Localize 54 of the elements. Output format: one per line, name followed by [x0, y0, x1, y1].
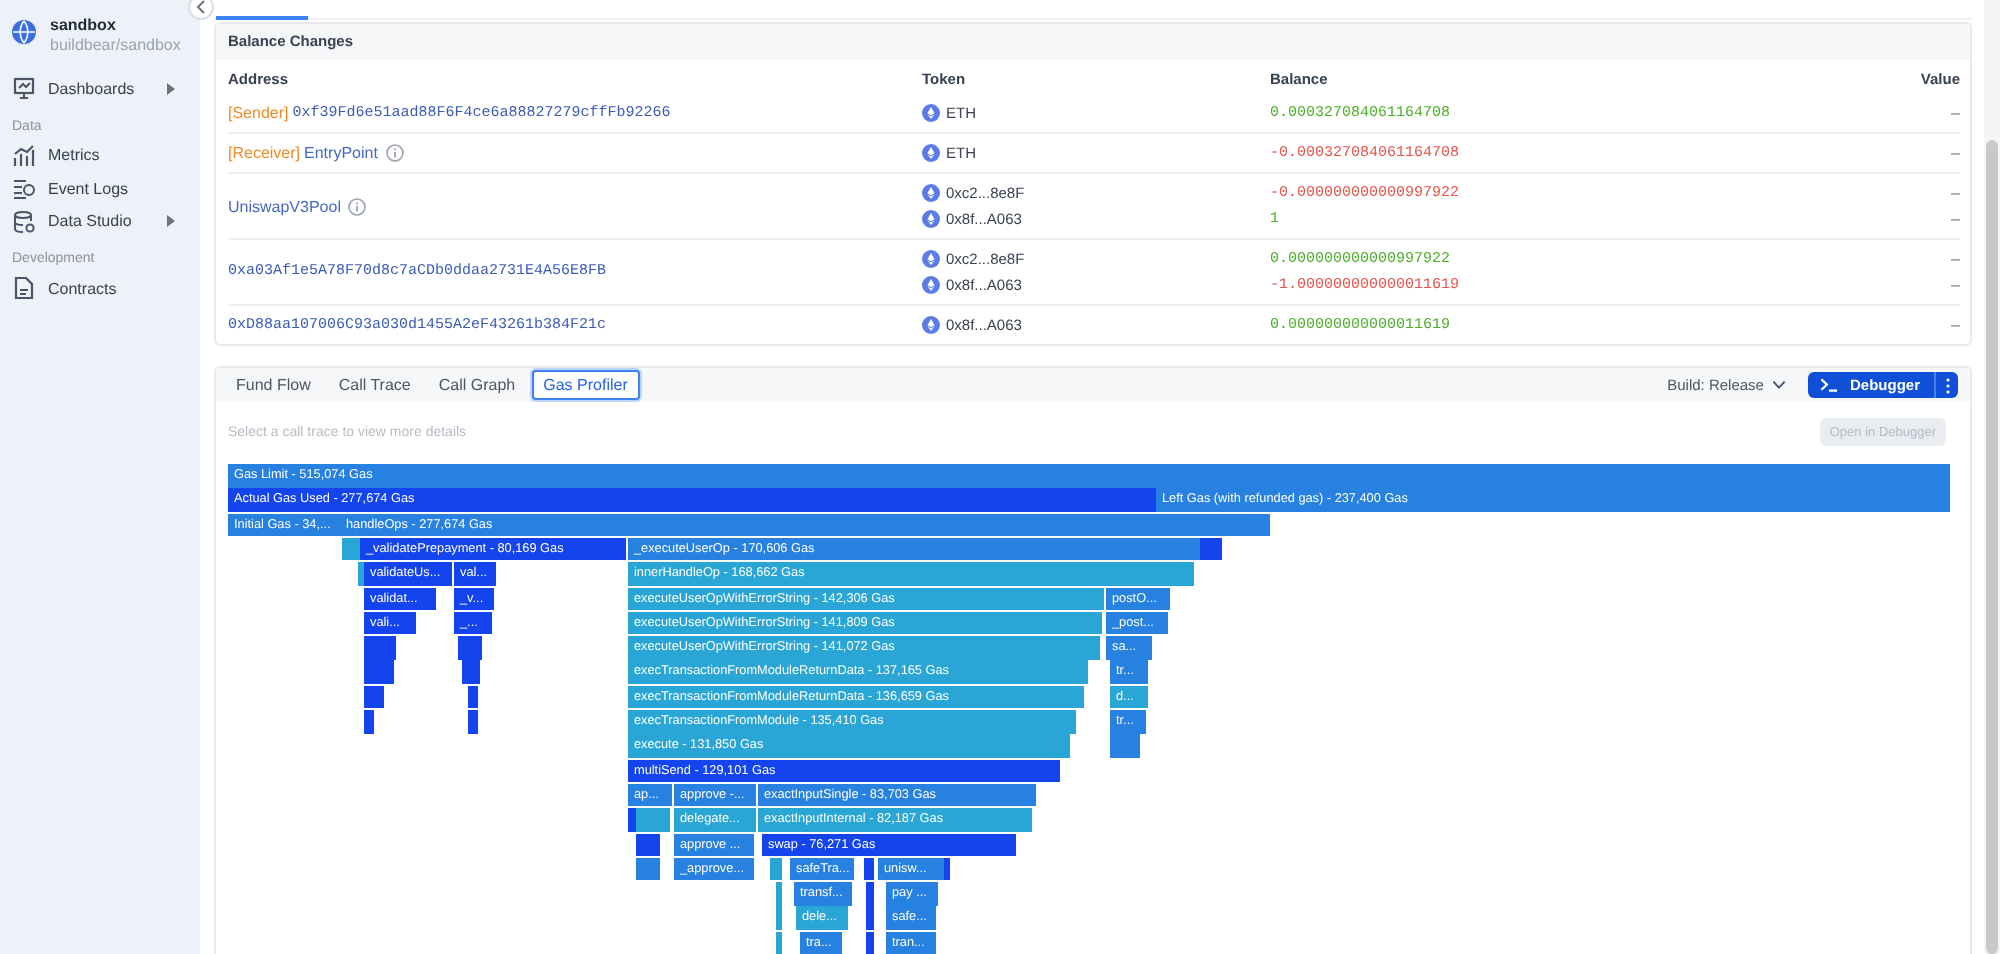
value-text: – [1951, 142, 1960, 166]
token-icon [922, 276, 940, 294]
database-icon [12, 209, 36, 234]
nav-item[interactable]: Event Logs [12, 172, 200, 205]
flame-segment[interactable] [866, 931, 874, 954]
token-icon [922, 184, 940, 202]
flame-segment[interactable] [468, 685, 478, 709]
value-text: – [1951, 182, 1960, 206]
nav-item[interactable]: Metrics [12, 139, 200, 172]
token-icon [922, 210, 940, 228]
flame-segment[interactable] [944, 857, 950, 881]
flame-segment[interactable] [636, 833, 660, 857]
tab-underline [216, 16, 308, 20]
globe-icon [12, 20, 36, 44]
scrollbar-thumb[interactable] [1986, 140, 1998, 954]
token-icon [922, 316, 940, 334]
value-text: – [1951, 248, 1960, 272]
nav-item[interactable]: Dashboards [12, 72, 200, 105]
value-text: – [1951, 274, 1960, 298]
monitor-chart-icon [12, 76, 36, 101]
address-link[interactable]: UniswapV3Pool [228, 197, 341, 215]
info-icon [348, 197, 367, 215]
chart-icon [12, 143, 36, 168]
chevron-right-icon [166, 214, 176, 229]
project-name[interactable]: sandbox [50, 16, 181, 34]
address-link[interactable]: EntryPoint [304, 144, 378, 162]
role-label: [Receiver] [228, 144, 301, 162]
tab[interactable]: Fund Flow [224, 370, 323, 400]
more-button[interactable] [1934, 372, 1958, 398]
flame-segment[interactable] [636, 857, 660, 881]
value-text: – [1951, 314, 1960, 338]
caret-icon [1771, 380, 1786, 390]
tab[interactable]: Call Graph [426, 370, 528, 400]
flame-segment[interactable] [364, 685, 384, 709]
token-icon [922, 250, 940, 268]
flame-segment[interactable] [1200, 537, 1222, 561]
tab[interactable]: Gas Profiler [531, 370, 640, 400]
project-path: buildbear/sandbox [50, 36, 181, 54]
value-text: – [1951, 208, 1960, 232]
chevron-right-icon [166, 81, 176, 96]
chevron-left-icon [196, 0, 206, 14]
tab[interactable]: Call Trace [326, 370, 423, 400]
info-icon [385, 144, 404, 162]
role-label: [Sender] [228, 104, 289, 122]
token-icon [922, 144, 940, 162]
nav-item[interactable]: Data Studio [12, 205, 200, 238]
list-search-icon [12, 176, 36, 201]
terminal-icon [1819, 378, 1838, 392]
nav-item[interactable]: Contracts [12, 272, 200, 305]
value-text: – [1951, 102, 1960, 126]
document-icon [12, 276, 36, 301]
token-icon [922, 104, 940, 122]
collapse-button[interactable] [188, 0, 214, 20]
flame-segment[interactable] [864, 857, 874, 881]
